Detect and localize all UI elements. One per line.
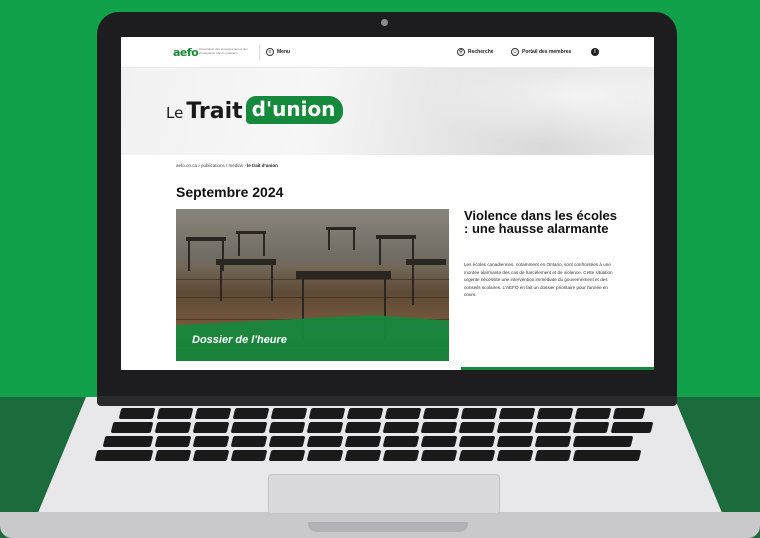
search-label: Recherche	[468, 49, 494, 55]
feature-image[interactable]: Dossier de l'heure	[176, 209, 449, 361]
article-summary: Les écoles canadiennes, notamment en Ont…	[464, 262, 613, 298]
desk	[326, 227, 356, 230]
breadcrumb: aefo.on.ca › publications / médias › le …	[176, 163, 278, 168]
desk-leg	[263, 234, 265, 256]
desk-leg	[353, 230, 355, 250]
desk	[216, 259, 276, 265]
article-accent-bar	[461, 367, 654, 370]
desk	[296, 271, 391, 279]
desk	[186, 237, 226, 241]
aefo-logo[interactable]: aefo	[173, 46, 199, 59]
brand-union: d'union	[245, 96, 344, 124]
laptop-hinge	[97, 396, 677, 406]
feature-caption: Dossier de l'heure	[192, 334, 287, 346]
floor-line	[176, 279, 449, 280]
header-divider	[259, 45, 260, 60]
desk-leg	[379, 239, 381, 265]
desk-leg	[328, 230, 330, 250]
breadcrumb-current: le trait d'union	[247, 163, 278, 168]
hero-decoration	[394, 68, 654, 155]
webcam-icon	[381, 19, 388, 26]
member-portal-button[interactable]: ☺ Portail des membres	[511, 48, 571, 56]
menu-button[interactable]: ≡ Menu	[266, 48, 290, 56]
laptop-trackpad	[268, 474, 500, 514]
menu-icon: ≡	[266, 48, 274, 56]
member-portal-label: Portail des membres	[522, 49, 572, 55]
info-icon[interactable]: i	[591, 48, 599, 56]
publication-brand: Le Trait d'union	[166, 96, 344, 124]
desk-leg	[222, 241, 224, 271]
laptop-base-lip	[308, 522, 468, 532]
search-button[interactable]: ⚲ Recherche	[457, 48, 494, 56]
desk-leg	[271, 265, 273, 301]
desk	[236, 231, 266, 234]
menu-label: Menu	[277, 49, 291, 55]
brand-trait: Trait	[186, 99, 243, 124]
page-title: Septembre 2024	[176, 184, 284, 200]
search-icon: ⚲	[457, 48, 465, 56]
floor-line	[176, 297, 449, 298]
user-icon: ☺	[511, 48, 519, 56]
logo-tagline: Association des enseignantes et des ense…	[199, 47, 248, 55]
desk-leg	[238, 234, 240, 256]
laptop-keyboard	[90, 406, 670, 468]
desk-leg	[188, 241, 190, 271]
article-title[interactable]: Violence dans les écoles : une hausse al…	[464, 209, 624, 235]
desk-leg	[220, 265, 222, 301]
breadcrumb-path[interactable]: aefo.on.ca › publications / médias ›	[176, 163, 247, 168]
brand-le: Le	[166, 104, 184, 122]
desk-leg	[412, 265, 414, 305]
desk	[376, 235, 416, 239]
site-header: aefo Association des enseignantes et des…	[121, 37, 654, 68]
laptop-screen: aefo Association des enseignantes et des…	[121, 37, 654, 370]
